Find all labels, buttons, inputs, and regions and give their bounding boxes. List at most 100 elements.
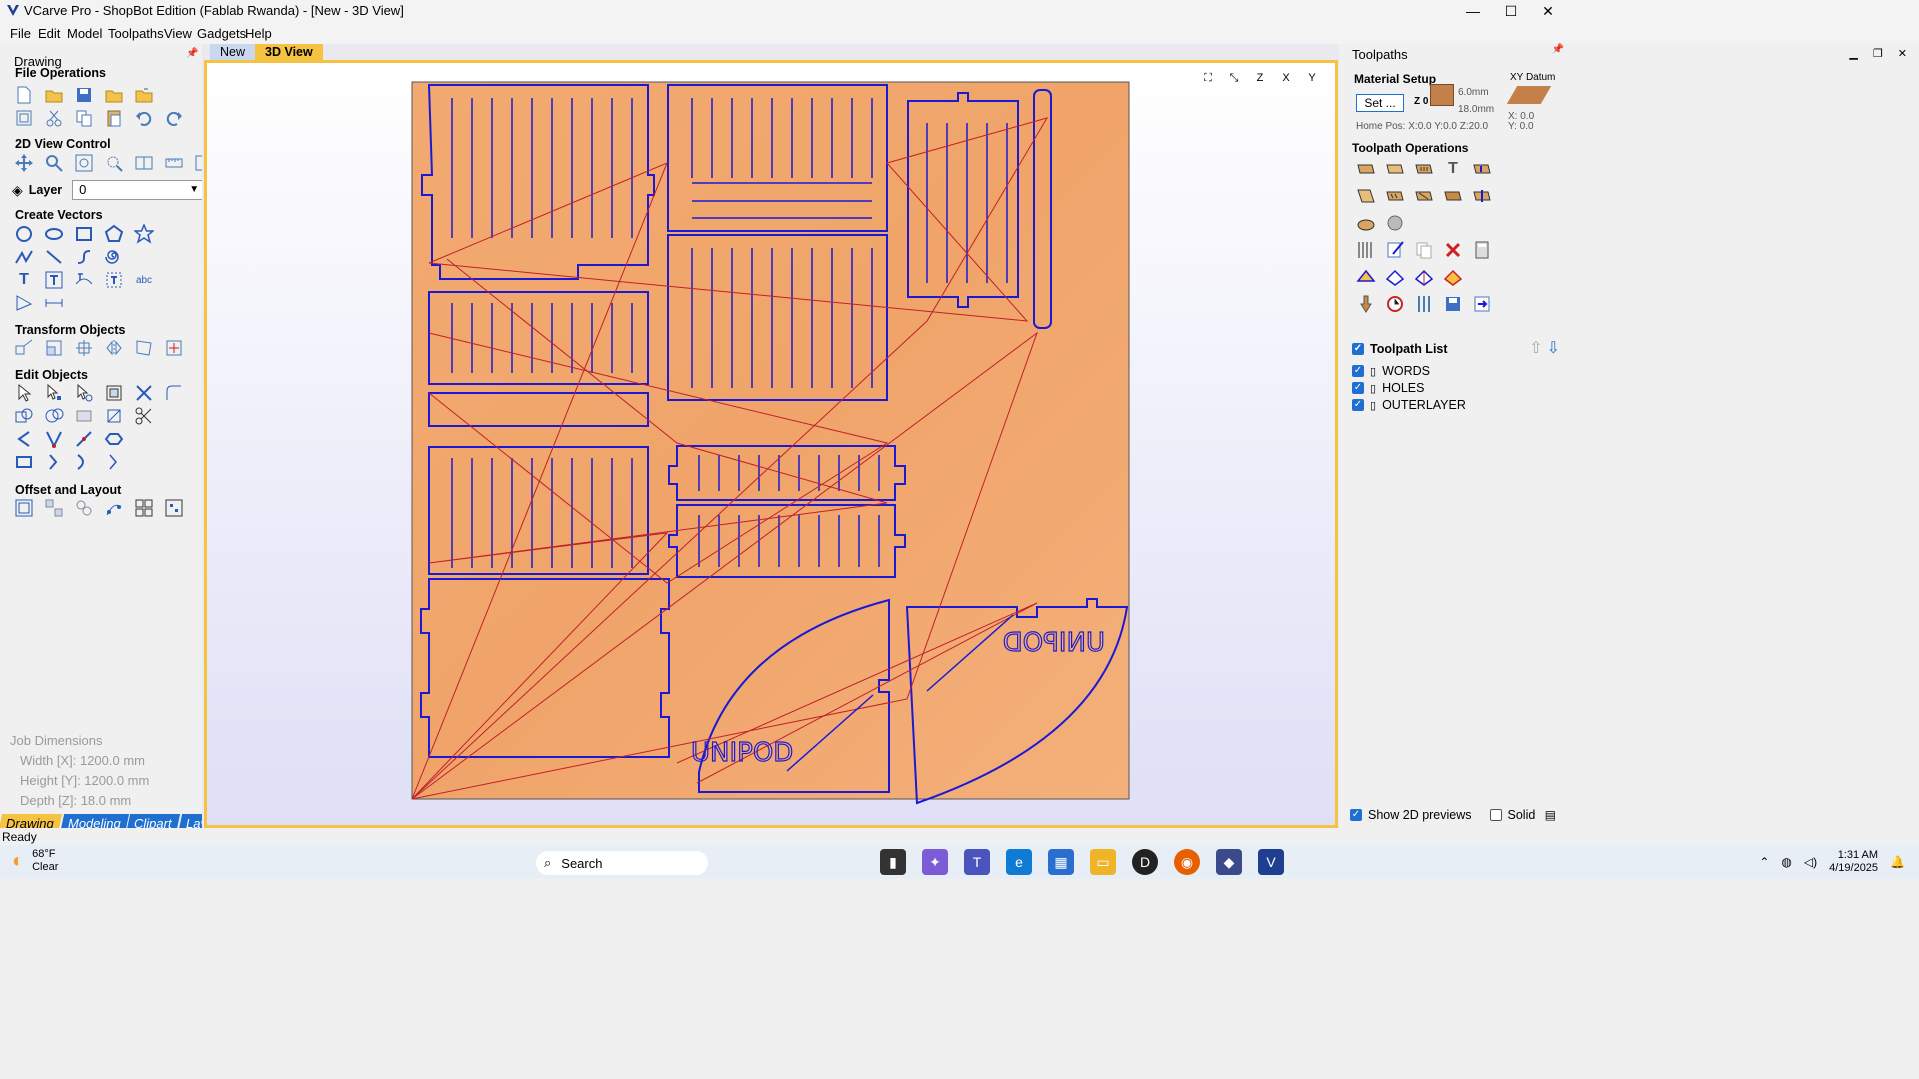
subtract-icon[interactable] — [42, 405, 66, 427]
auto-text-icon[interactable] — [42, 269, 66, 291]
zoom-all-icon[interactable] — [72, 152, 96, 174]
size-icon[interactable] — [102, 382, 126, 404]
3d-viewport[interactable]: ⛶ ⤡ Z X Y UNIPOD UNIPOD — [204, 60, 1338, 828]
time-estimate-icon[interactable] — [1383, 293, 1407, 315]
menu-help[interactable]: Help — [245, 26, 272, 41]
vcarve-taskbar-icon[interactable]: V — [1258, 849, 1284, 875]
network-icon[interactable]: ◍ — [1781, 855, 1791, 869]
app-icon[interactable]: ◆ — [1216, 849, 1242, 875]
weather-widget[interactable]: ◐ 68°F Clear — [12, 848, 58, 874]
distort-icon[interactable] — [132, 337, 156, 359]
solid-checkbox[interactable] — [1489, 809, 1502, 821]
roughing-toolpath-icon[interactable] — [1354, 212, 1378, 234]
text-on-curve-icon[interactable] — [72, 269, 96, 291]
auto-layout-icon[interactable] — [162, 497, 186, 519]
move-up-icon[interactable]: ⇧ — [1529, 338, 1542, 358]
export-toolpath-icon[interactable] — [1470, 293, 1494, 315]
open-file-icon[interactable] — [42, 84, 66, 106]
spiral-icon[interactable] — [102, 246, 126, 268]
material-set-button[interactable]: Set ... — [1356, 94, 1404, 112]
new-file-icon[interactable] — [12, 84, 36, 106]
pan-icon[interactable] — [12, 152, 36, 174]
moulding-toolpath-icon[interactable] — [1354, 185, 1378, 207]
volume-icon[interactable]: ◁) — [1804, 855, 1817, 869]
save-icon[interactable] — [72, 84, 96, 106]
undo-icon[interactable] — [132, 107, 156, 129]
copy-icon[interactable] — [72, 107, 96, 129]
prism-toolpath-icon[interactable] — [1412, 185, 1436, 207]
edit-toolpath-icon[interactable] — [1383, 239, 1407, 261]
text-icon[interactable]: T — [12, 269, 36, 291]
file-explorer-icon[interactable]: ▭ — [1090, 849, 1116, 875]
text-arc-icon[interactable] — [102, 269, 126, 291]
move-down-icon[interactable]: ⇩ — [1547, 338, 1560, 358]
toolpath-checker-icon[interactable] — [1441, 266, 1465, 288]
toolpath-row[interactable]: ✓ ▯ HOLES — [1352, 381, 1424, 395]
teams-icon[interactable]: T — [964, 849, 990, 875]
menu-view[interactable]: View — [164, 26, 192, 41]
select-icon[interactable] — [12, 382, 36, 404]
quick-engrave-icon[interactable] — [1441, 185, 1465, 207]
save-toolpath-icon[interactable] — [1441, 293, 1465, 315]
line-icon[interactable] — [42, 246, 66, 268]
zoom-icon[interactable] — [42, 152, 66, 174]
join-vectors-icon[interactable] — [42, 428, 66, 450]
toolpath-checkbox[interactable]: ✓ — [1352, 399, 1364, 411]
star-icon[interactable] — [132, 223, 156, 245]
ruler-icon[interactable] — [162, 152, 186, 174]
vcarve-toolpath-icon[interactable]: T — [1441, 158, 1465, 180]
array-copy-icon[interactable] — [72, 497, 96, 519]
block-copy-icon[interactable] — [132, 497, 156, 519]
tool-database-icon[interactable] — [1354, 293, 1378, 315]
circle-icon[interactable] — [12, 223, 36, 245]
dell-icon[interactable]: D — [1132, 849, 1158, 875]
mirror-icon[interactable] — [102, 337, 126, 359]
curve-fit-icon[interactable] — [12, 428, 36, 450]
open-folder-icon[interactable] — [102, 84, 126, 106]
pin-icon[interactable]: 📌 — [1552, 44, 1564, 55]
finishing-toolpath-icon[interactable] — [1383, 212, 1407, 234]
split-view-icon[interactable] — [132, 152, 156, 174]
preview-toolpaths-icon[interactable] — [1354, 239, 1378, 261]
zoom-selection-icon[interactable] — [102, 152, 126, 174]
text-spacing-icon[interactable]: abc — [132, 269, 156, 291]
toolpath-checkbox[interactable]: ✓ — [1352, 365, 1364, 377]
chevron-up-icon[interactable]: ⌃ — [1759, 855, 1769, 869]
flute-toolpath-icon[interactable] — [1383, 185, 1407, 207]
offset-icon[interactable] — [12, 497, 36, 519]
curve-icon[interactable] — [72, 246, 96, 268]
align-icon[interactable] — [72, 337, 96, 359]
pin-icon[interactable]: 📌 — [186, 48, 198, 59]
notification-icon[interactable]: 🔔 — [1890, 855, 1905, 869]
dimension-icon[interactable] — [12, 292, 36, 314]
job-setup-icon[interactable] — [12, 107, 36, 129]
firefox-icon[interactable]: ◉ — [1174, 849, 1200, 875]
copy-along-icon[interactable] — [102, 497, 126, 519]
overlap-icon[interactable] — [102, 405, 126, 427]
menu-file[interactable]: File — [10, 26, 31, 41]
center-icon[interactable] — [162, 337, 186, 359]
texture-toolpath-icon[interactable] — [1470, 185, 1494, 207]
measure-icon[interactable] — [42, 292, 66, 314]
edge-icon[interactable]: e — [1006, 849, 1032, 875]
intersect-icon[interactable] — [72, 405, 96, 427]
paste-icon[interactable] — [102, 107, 126, 129]
rectangle-icon[interactable] — [72, 223, 96, 245]
panel-menu-icon[interactable]: ▤ — [1545, 808, 1556, 822]
node-edit-icon[interactable] — [42, 382, 66, 404]
dogbone-icon[interactable] — [12, 451, 36, 473]
tab-new[interactable]: New — [210, 44, 256, 60]
scissors-icon[interactable] — [132, 405, 156, 427]
close-vector-icon[interactable] — [42, 451, 66, 473]
interactive-icon[interactable] — [72, 382, 96, 404]
polygon-icon[interactable] — [102, 223, 126, 245]
store-icon[interactable]: ▦ — [1048, 849, 1074, 875]
import-icon[interactable] — [132, 84, 156, 106]
toolpath-row[interactable]: ✓ ▯ WORDS — [1352, 364, 1430, 378]
profile-toolpath-icon[interactable] — [1354, 158, 1378, 180]
ellipse-icon[interactable] — [42, 223, 66, 245]
menu-toolpaths[interactable]: Toolpaths — [108, 26, 164, 41]
copilot-icon[interactable]: ✦ — [922, 849, 948, 875]
close-button[interactable]: ✕ — [1525, 0, 1571, 22]
offset-arc-icon[interactable] — [102, 451, 126, 473]
